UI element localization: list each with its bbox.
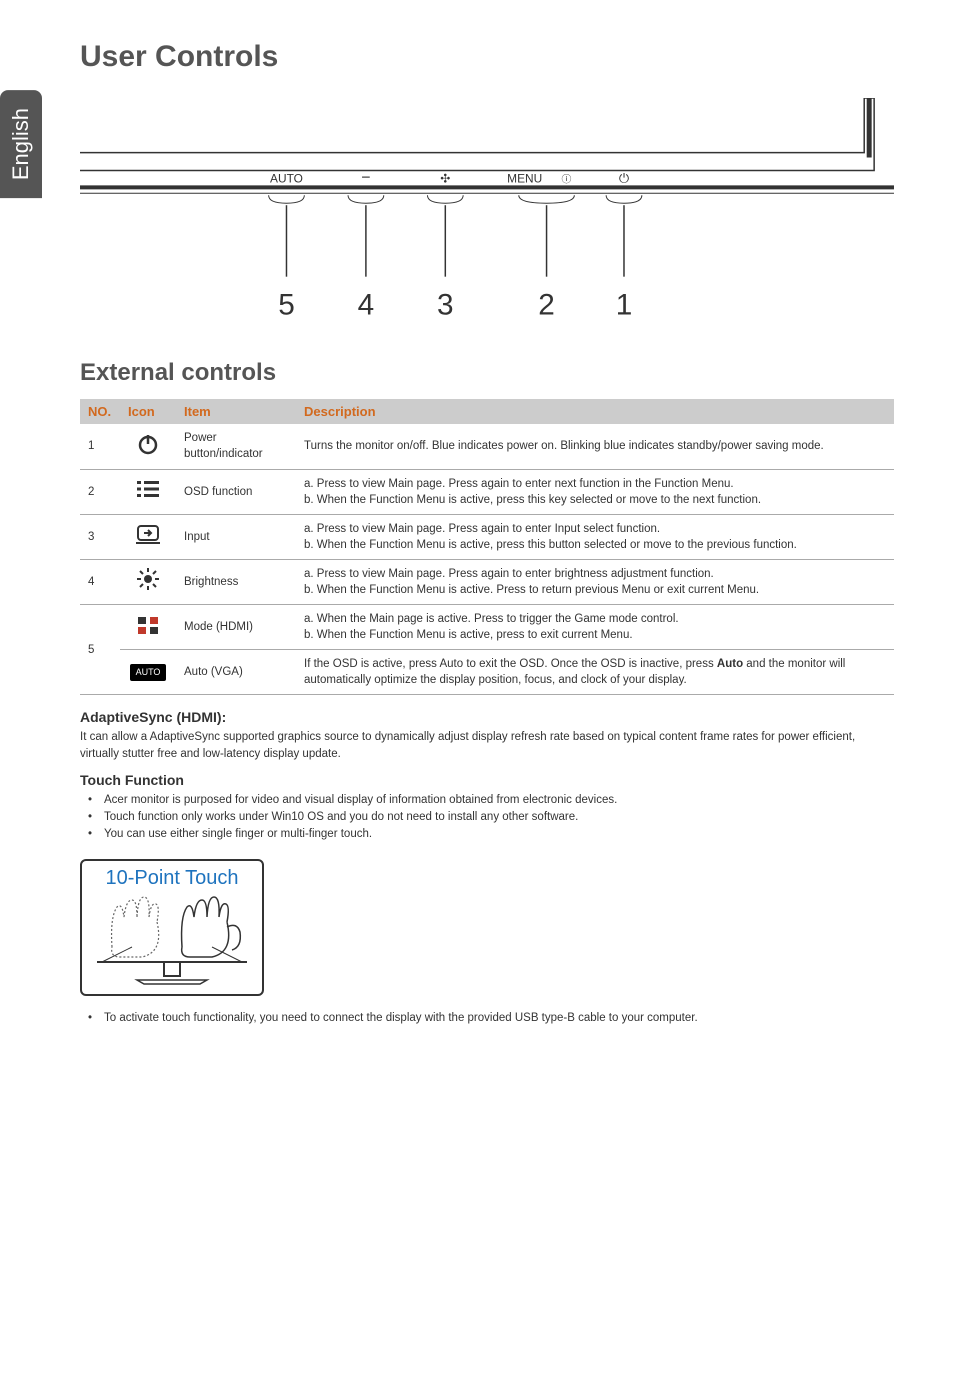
- row-item: Mode (HDMI): [176, 605, 296, 650]
- power-icon: [120, 424, 176, 469]
- th-desc: Description: [296, 399, 894, 424]
- table-row: 5 Mode (HDMI) a. When the Main page is a…: [80, 605, 894, 650]
- row-desc: Turns the monitor on/off. Blue indicates…: [296, 424, 894, 469]
- adaptivesync-text: It can allow a AdaptiveSync supported gr…: [80, 729, 894, 761]
- touch-illustration-box: 10-Point Touch: [80, 859, 264, 996]
- touch-function-heading: Touch Function: [80, 772, 894, 788]
- row-desc: If the OSD is active, press Auto to exit…: [296, 650, 894, 695]
- row-desc: a. Press to view Main page. Press again …: [296, 469, 894, 514]
- row-desc: a. When the Main page is active. Press t…: [296, 605, 894, 650]
- monitor-button-diagram: AUTO − ✣ MENU ⓘ ⏻ 5 4 3 2 1: [80, 98, 894, 326]
- row-item: OSD function: [176, 469, 296, 514]
- table-row: 4 Brightness a. Press to view Main page.…: [80, 559, 894, 604]
- svg-text:✣: ✣: [440, 171, 450, 185]
- row-no: 1: [80, 424, 120, 469]
- hands-touch-icon: [92, 892, 252, 987]
- th-no: NO.: [80, 399, 120, 424]
- touch-bullets-bottom: To activate touch functionality, you nee…: [80, 1010, 894, 1027]
- row-no: 4: [80, 559, 120, 604]
- list-item: Touch function only works under Win10 OS…: [80, 809, 894, 826]
- desc-bold: Auto: [717, 658, 743, 670]
- table-row: 3 Input a. Press to view Main page. Pres…: [80, 514, 894, 559]
- svg-text:3: 3: [437, 288, 454, 321]
- row-item: Auto (VGA): [176, 650, 296, 695]
- table-row: 1 Power button/indicator Turns the monit…: [80, 424, 894, 469]
- row-no: 5: [80, 605, 120, 695]
- desc-text: If the OSD is active, press Auto to exit…: [304, 658, 717, 670]
- row-item: Power button/indicator: [176, 424, 296, 469]
- svg-text:2: 2: [538, 288, 555, 321]
- touch-bullets-top: Acer monitor is purposed for video and v…: [80, 792, 894, 844]
- svg-text:⏻: ⏻: [619, 170, 629, 185]
- row-item: Input: [176, 514, 296, 559]
- row-no: 2: [80, 469, 120, 514]
- brightness-icon: [120, 559, 176, 604]
- svg-text:4: 4: [358, 288, 375, 321]
- table-row: 2 OSD function a. Press to view Main pag…: [80, 469, 894, 514]
- adaptivesync-heading: AdaptiveSync (HDMI):: [80, 709, 894, 725]
- table-row: AUTO Auto (VGA) If the OSD is active, pr…: [80, 650, 894, 695]
- row-item: Brightness: [176, 559, 296, 604]
- list-item: You can use either single finger or mult…: [80, 826, 894, 843]
- svg-text:AUTO: AUTO: [270, 171, 303, 185]
- row-no: 3: [80, 514, 120, 559]
- row-desc: a. Press to view Main page. Press again …: [296, 559, 894, 604]
- input-icon: [120, 514, 176, 559]
- th-icon: Icon: [120, 399, 176, 424]
- svg-text:ⓘ: ⓘ: [561, 173, 571, 185]
- th-item: Item: [176, 399, 296, 424]
- svg-text:MENU: MENU: [507, 171, 542, 185]
- language-tab: English: [0, 90, 42, 198]
- list-item: To activate touch functionality, you nee…: [80, 1010, 894, 1027]
- section-external-controls: External controls: [80, 359, 894, 387]
- svg-text:1: 1: [616, 288, 633, 321]
- list-item: Acer monitor is purposed for video and v…: [80, 792, 894, 809]
- menu-list-icon: [120, 469, 176, 514]
- controls-table: NO. Icon Item Description 1 Power button…: [80, 399, 894, 695]
- row-desc: a. Press to view Main page. Press again …: [296, 514, 894, 559]
- touch-box-title: 10-Point Touch: [92, 867, 252, 890]
- svg-text:5: 5: [278, 288, 295, 321]
- auto-badge-icon: AUTO: [120, 650, 176, 695]
- svg-text:−: −: [361, 169, 370, 186]
- mode-icon: [120, 605, 176, 650]
- page-title: User Controls: [80, 40, 894, 74]
